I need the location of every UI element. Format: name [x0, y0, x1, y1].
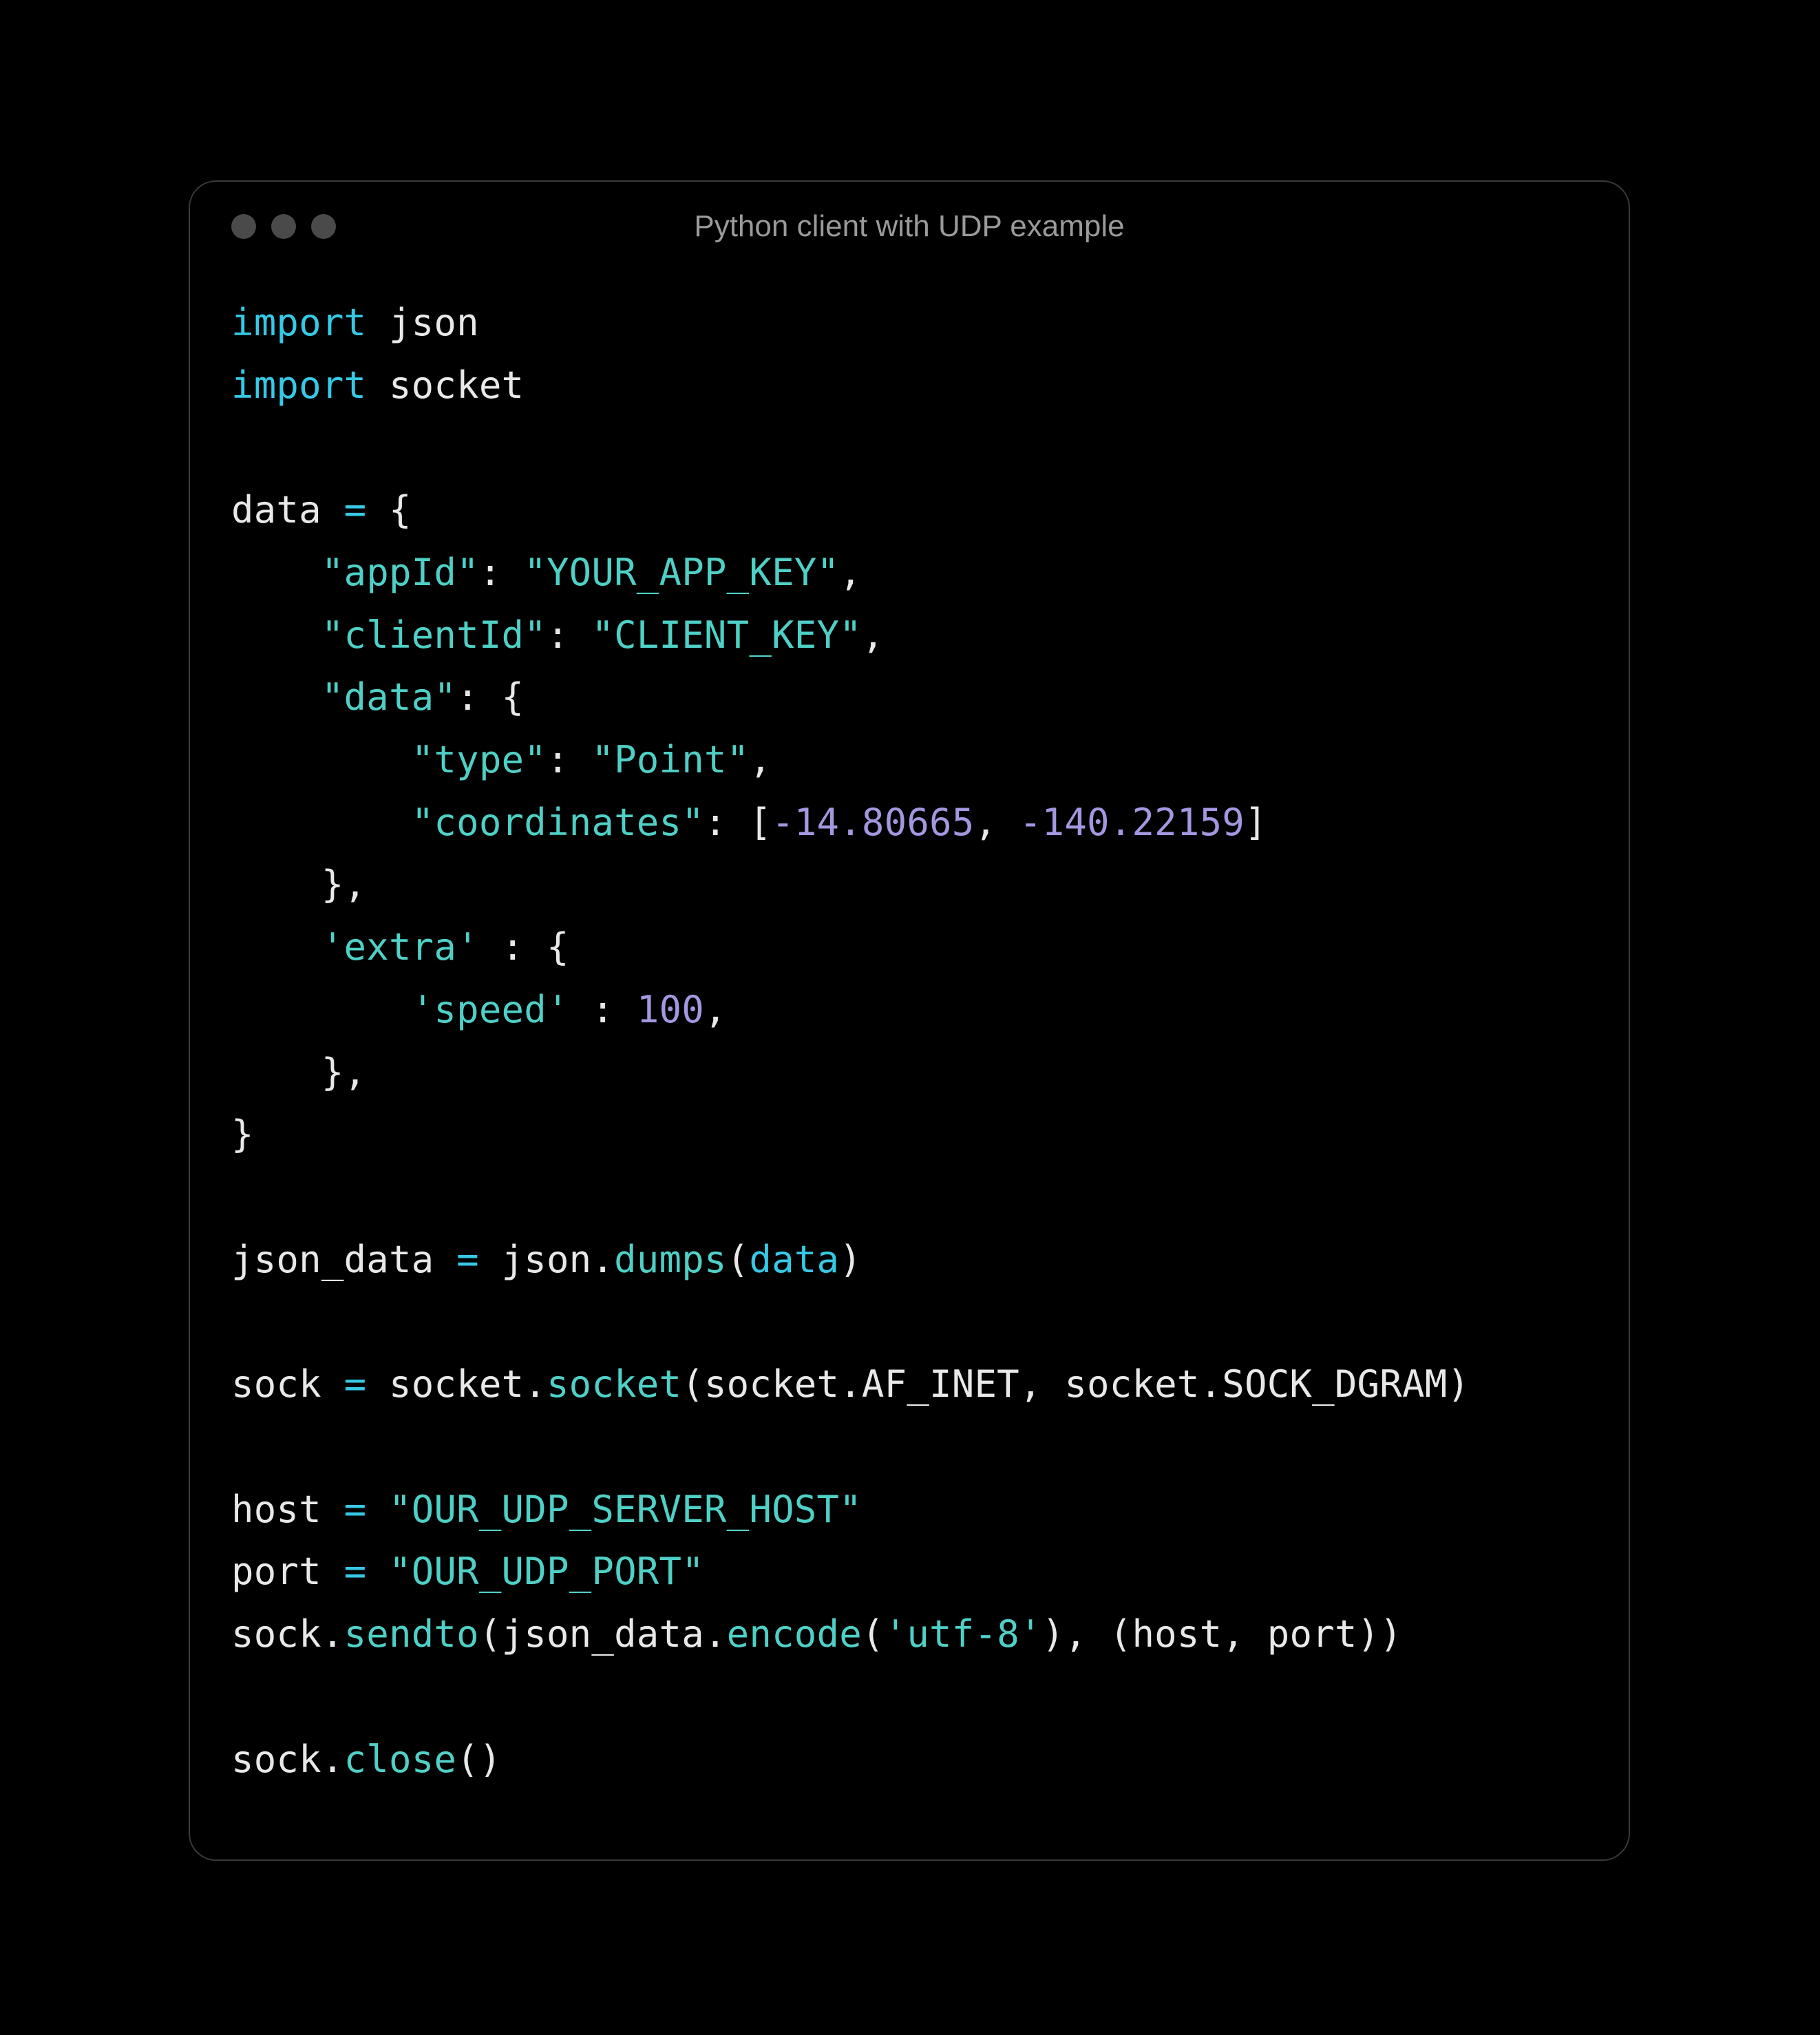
identifier: json. [502, 1238, 615, 1281]
comma: , [704, 988, 727, 1031]
window-titlebar: Python client with UDP example [190, 182, 1629, 271]
colon: : [479, 551, 524, 594]
function: close [344, 1738, 457, 1781]
function: sendto [344, 1612, 479, 1656]
function: dumps [614, 1238, 727, 1281]
string: 'extra' [321, 925, 479, 969]
string: "OUR_UDP_SERVER_HOST" [389, 1488, 862, 1531]
number: -140.22159 [1019, 801, 1245, 844]
string: "Point" [591, 738, 749, 781]
string: "type" [412, 738, 547, 781]
function: encode [727, 1612, 862, 1656]
operator: = [456, 1238, 501, 1281]
comma: , [749, 738, 772, 781]
number: -14.80665 [772, 801, 974, 844]
string: 'utf-8' [885, 1612, 1042, 1656]
string: "data" [321, 675, 456, 719]
indent [231, 613, 321, 657]
close-icon[interactable] [231, 214, 256, 239]
identifier: json_data [231, 1238, 456, 1281]
string: "YOUR_APP_KEY" [524, 551, 839, 594]
bracket: : [ [704, 801, 772, 844]
arguments: (socket.AF_INET, socket.SOCK_DGRAM) [681, 1362, 1470, 1406]
code-block: import json import socket data = { "appI… [190, 271, 1629, 1818]
brace: }, [231, 863, 366, 906]
identifier: (json_data. [479, 1612, 727, 1656]
identifier: sock. [231, 1612, 344, 1656]
module-name: socket [366, 363, 524, 407]
keyword-import: import [231, 301, 366, 344]
indent [231, 988, 412, 1031]
stage: Python client with UDP example import js… [0, 0, 1820, 2035]
operator: = [344, 1550, 389, 1593]
operator: = [344, 488, 389, 531]
indent [231, 925, 321, 969]
brace: : { [456, 675, 524, 719]
identifier: port [231, 1550, 344, 1593]
identifier: host [231, 1488, 344, 1531]
argument: data [749, 1238, 839, 1281]
function: socket [547, 1362, 681, 1406]
arguments: ), (host, port)) [1042, 1612, 1402, 1656]
comma: , [974, 801, 1019, 844]
module-name: json [366, 301, 479, 344]
operator: = [344, 1362, 389, 1406]
paren: () [456, 1738, 501, 1781]
brace: : { [479, 925, 569, 969]
string: 'speed' [412, 988, 569, 1031]
window-controls [231, 214, 336, 239]
paren: ( [862, 1612, 885, 1656]
paren: ) [839, 1238, 862, 1281]
identifier: socket. [389, 1362, 547, 1406]
minimize-icon[interactable] [271, 214, 296, 239]
maximize-icon[interactable] [311, 214, 336, 239]
string: "CLIENT_KEY" [591, 613, 862, 657]
window-title: Python client with UDP example [190, 209, 1629, 244]
indent [231, 738, 412, 781]
brace: { [389, 488, 412, 531]
string: "clientId" [321, 613, 547, 657]
code-window: Python client with UDP example import js… [189, 180, 1630, 1861]
identifier: data [231, 488, 344, 531]
identifier: sock [231, 1362, 344, 1406]
brace: }, [231, 1051, 366, 1094]
colon: : [569, 988, 637, 1031]
brace: } [231, 1113, 254, 1156]
comma: , [862, 613, 885, 657]
number: 100 [637, 988, 704, 1031]
indent [231, 551, 321, 594]
string: "appId" [321, 551, 479, 594]
indent [231, 675, 321, 719]
identifier: sock. [231, 1738, 344, 1781]
operator: = [344, 1488, 389, 1531]
paren: ( [727, 1238, 750, 1281]
colon: : [547, 738, 591, 781]
keyword-import: import [231, 363, 366, 407]
string: "coordinates" [412, 801, 704, 844]
string: "OUR_UDP_PORT" [389, 1550, 704, 1593]
indent [231, 801, 412, 844]
bracket: ] [1245, 801, 1267, 844]
colon: : [547, 613, 591, 657]
comma: , [839, 551, 862, 594]
